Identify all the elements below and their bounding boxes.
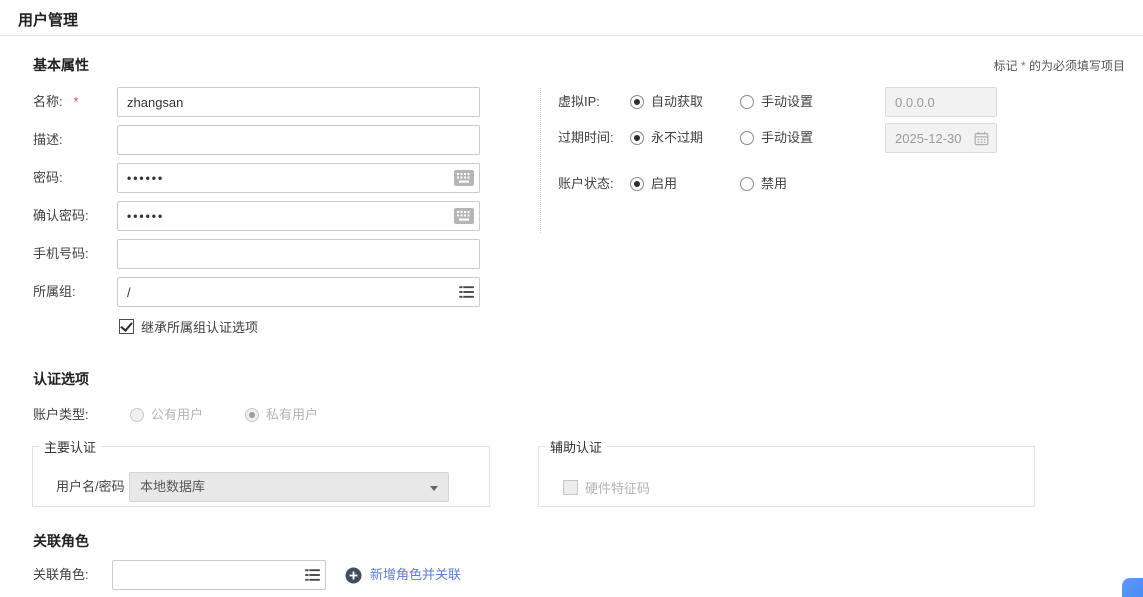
expire-label: 过期时间: (558, 123, 614, 153)
chevron-down-icon (430, 486, 438, 491)
password-label: 密码: (33, 163, 63, 193)
username-password-label: 用户名/密码 (56, 472, 125, 502)
phone-field-wrap (117, 239, 480, 269)
primary-auth-legend: 主要认证 (39, 437, 101, 456)
column-divider (540, 88, 541, 233)
list-picker-icon[interactable] (305, 568, 320, 582)
hardware-id-checkbox-label: 硬件特征码 (585, 481, 650, 496)
account-status-label: 账户状态: (558, 169, 614, 199)
account-type-radio-public-label: 公有用户 (151, 407, 203, 422)
radio-icon[interactable] (630, 131, 644, 145)
description-field-wrap (117, 125, 480, 155)
required-note-prefix: 标记 (994, 59, 1018, 73)
list-picker-icon[interactable] (459, 285, 474, 299)
group-input[interactable] (117, 277, 480, 307)
group-field-wrap (117, 277, 480, 307)
primary-auth-select-value: 本地数据库 (140, 479, 205, 494)
secondary-auth-fieldset: 辅助认证 硬件特征码 (538, 437, 1035, 507)
secondary-auth-legend: 辅助认证 (545, 437, 607, 456)
plus-circle-icon[interactable] (345, 567, 362, 584)
description-input[interactable] (117, 125, 480, 155)
calendar-icon[interactable] (974, 131, 989, 146)
virtual-ip-label: 虚拟IP: (558, 87, 600, 117)
phone-input[interactable] (117, 239, 480, 269)
password-field-wrap (117, 163, 480, 193)
inherit-auth-checkbox[interactable] (119, 319, 134, 334)
expire-date-field-wrap (885, 123, 997, 153)
virtual-ip-radio-manual[interactable]: 手动设置 (740, 87, 813, 117)
required-note: 标记 * 的为必须填写项目 (994, 57, 1125, 74)
radio-icon[interactable] (740, 131, 754, 145)
expire-radio-never[interactable]: 永不过期 (630, 123, 703, 153)
required-note-suffix: 的为必须填写项目 (1029, 59, 1125, 73)
account-type-radio-private: 私有用户 (245, 400, 318, 430)
feedback-fab[interactable] (1122, 578, 1143, 597)
keyboard-icon[interactable] (454, 170, 474, 186)
group-label: 所属组: (33, 277, 76, 307)
radio-icon (130, 408, 144, 422)
required-asterisk: * (1021, 59, 1026, 73)
name-label: 名称: * (33, 87, 79, 117)
virtual-ip-radio-auto[interactable]: 自动获取 (630, 87, 703, 117)
expire-radio-manual-label: 手动设置 (761, 130, 813, 145)
name-input[interactable] (117, 87, 480, 117)
virtual-ip-radio-manual-label: 手动设置 (761, 94, 813, 109)
page-title: 用户管理 (18, 9, 78, 30)
role-field-wrap (112, 560, 326, 590)
radio-icon (245, 408, 259, 422)
radio-icon[interactable] (740, 177, 754, 191)
keyboard-icon[interactable] (454, 208, 474, 224)
name-label-text: 名称: (33, 94, 63, 109)
expire-radio-manual[interactable]: 手动设置 (740, 123, 813, 153)
phone-label: 手机号码: (33, 239, 89, 269)
section-header-roles: 关联角色 (33, 531, 89, 551)
radio-icon[interactable] (630, 95, 644, 109)
role-input[interactable] (112, 560, 326, 590)
add-role-link[interactable]: 新增角色并关联 (370, 560, 461, 590)
description-label: 描述: (33, 125, 63, 155)
confirm-password-input[interactable] (117, 201, 480, 231)
virtual-ip-field-wrap (885, 87, 997, 117)
confirm-password-label: 确认密码: (33, 201, 89, 231)
virtual-ip-input[interactable] (885, 87, 997, 117)
inherit-auth-checkbox-label: 继承所属组认证选项 (141, 320, 258, 335)
section-header-auth: 认证选项 (33, 369, 89, 389)
radio-icon[interactable] (740, 95, 754, 109)
radio-icon[interactable] (630, 177, 644, 191)
primary-auth-select[interactable]: 本地数据库 (129, 472, 449, 502)
status-radio-enabled[interactable]: 启用 (630, 169, 677, 199)
status-radio-disabled[interactable]: 禁用 (740, 169, 787, 199)
account-type-label: 账户类型: (33, 400, 89, 430)
title-divider (0, 35, 1143, 36)
hardware-id-checkbox-item: 硬件特征码 (563, 480, 650, 497)
password-input[interactable] (117, 163, 480, 193)
status-radio-disabled-label: 禁用 (761, 176, 787, 191)
user-management-page: 用户管理 基本属性 标记 * 的为必须填写项目 名称: * 描述: 密码: 确认… (0, 0, 1143, 597)
paper-plane-icon (1126, 582, 1143, 597)
account-type-radio-public: 公有用户 (130, 400, 203, 430)
expire-radio-never-label: 永不过期 (651, 130, 703, 145)
primary-auth-fieldset: 主要认证 用户名/密码 本地数据库 (32, 437, 490, 507)
status-radio-enabled-label: 启用 (651, 176, 677, 191)
hardware-id-checkbox (563, 480, 578, 495)
inherit-auth-checkbox-item[interactable]: 继承所属组认证选项 (119, 319, 258, 336)
confirm-password-field-wrap (117, 201, 480, 231)
section-header-basic: 基本属性 (33, 55, 89, 75)
account-type-radio-private-label: 私有用户 (266, 407, 318, 422)
name-required-asterisk: * (73, 94, 78, 109)
virtual-ip-radio-auto-label: 自动获取 (651, 94, 703, 109)
name-field-wrap (117, 87, 480, 117)
role-label: 关联角色: (33, 560, 89, 590)
